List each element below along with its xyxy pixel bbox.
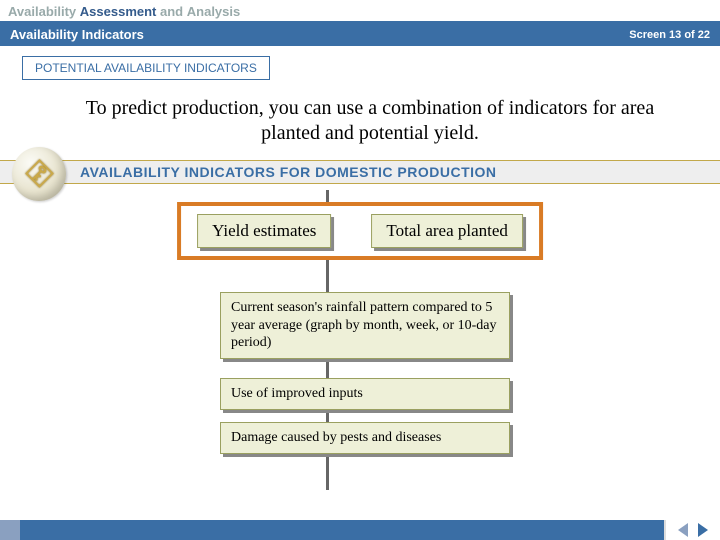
pests-diseases-box: Damage caused by pests and diseases xyxy=(220,422,510,454)
section-tab: POTENTIAL AVAILABILITY INDICATORS xyxy=(22,56,270,80)
footer-bar xyxy=(0,520,720,540)
title-word-1: Availability xyxy=(8,4,76,19)
key-glyph: ⚿ xyxy=(20,155,59,194)
nav-controls xyxy=(664,520,720,540)
lesson-subheader: Availability Indicators Screen 13 of 22 xyxy=(0,23,720,46)
key-band: ⚿ AVAILABILITY INDICATORS FOR DOMESTIC P… xyxy=(0,160,720,184)
course-title: Availability Assessment and Analysis xyxy=(0,0,720,23)
prev-button[interactable] xyxy=(678,523,688,537)
screen-counter: Screen 13 of 22 xyxy=(629,29,710,41)
band-title: AVAILABILITY INDICATORS FOR DOMESTIC PRO… xyxy=(80,164,497,180)
top-indicator-group: Yield estimates Total area planted xyxy=(177,202,543,260)
footer-accent xyxy=(0,520,20,540)
next-button[interactable] xyxy=(698,523,708,537)
diagram: Yield estimates Total area planted Curre… xyxy=(40,190,680,490)
title-word-4: Analysis xyxy=(187,4,240,19)
rainfall-pattern-box: Current season's rainfall pattern compar… xyxy=(220,292,510,359)
yield-estimates-box: Yield estimates xyxy=(197,214,331,248)
title-word-2: Assessment xyxy=(80,4,157,19)
key-icon: ⚿ xyxy=(12,147,66,201)
content-area: Yield estimates Total area planted Curre… xyxy=(0,190,720,490)
lesson-title: Availability Indicators xyxy=(10,27,144,42)
title-word-3: and xyxy=(160,4,183,19)
footer-fill xyxy=(20,520,664,540)
intro-text: To predict production, you can use a com… xyxy=(70,96,670,146)
improved-inputs-box: Use of improved inputs xyxy=(220,378,510,410)
total-area-planted-box: Total area planted xyxy=(371,214,523,248)
